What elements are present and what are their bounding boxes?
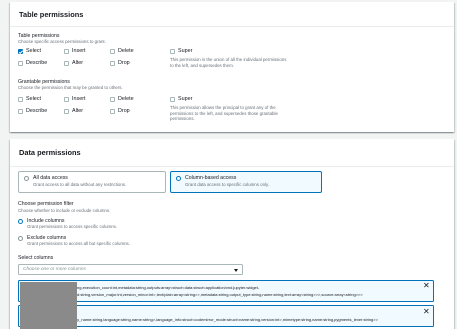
column-token: type:string,execution_count:int,metadata…: [18, 280, 434, 302]
grantable-super-label: Super: [178, 96, 193, 102]
remove-token-icon[interactable]: ✕: [423, 282, 430, 290]
select-columns-label: Select columns: [18, 255, 54, 261]
describe-checkbox[interactable]: [18, 61, 23, 66]
insert-label: Insert: [72, 48, 86, 54]
super-desc: This permission is the union of all the …: [170, 57, 287, 68]
column-based-access-radio[interactable]: [176, 176, 182, 182]
exclude-columns-radio[interactable]: [18, 236, 24, 242]
all-data-access-tile[interactable]: All data access Grant access to all data…: [18, 171, 166, 193]
column-based-access-tile[interactable]: Column-based access Grant data access to…: [170, 171, 322, 193]
grantable-super-desc: This permission allows the principal to …: [170, 105, 278, 122]
grantable-permissions-desc: Choose the permission that may be grante…: [18, 85, 123, 90]
grantable-alter-label: Alter: [72, 108, 84, 114]
all-data-access-radio[interactable]: [24, 176, 30, 182]
column-token-text: model_id:string,version_major:int,versio…: [63, 292, 363, 297]
column-based-access-desc: Grant data access to specific columns on…: [185, 182, 270, 187]
table-permissions-title: Table permissions: [10, 2, 454, 27]
alter-checkbox[interactable]: [64, 61, 69, 66]
grantable-insert-checkbox[interactable]: [64, 97, 69, 102]
grantable-drop-label: Drop: [118, 108, 130, 114]
grantable-describe-checkbox[interactable]: [18, 109, 23, 114]
caret-down-icon: [234, 268, 238, 272]
data-permissions-title: Data permissions: [10, 139, 454, 167]
all-data-access-desc: Grant access to all data without any res…: [33, 182, 127, 187]
redacted-block: [20, 282, 77, 329]
grantable-alter-checkbox[interactable]: [64, 109, 69, 114]
grantable-drop-checkbox[interactable]: [110, 109, 115, 114]
table-permissions-panel: Table permissions Table permissions Choo…: [10, 2, 454, 132]
select-checkbox[interactable]: [18, 49, 23, 54]
grantable-describe-label: Describe: [26, 108, 48, 114]
alter-label: Alter: [72, 60, 84, 66]
include-columns-desc: Grant permissions to access specific col…: [27, 224, 118, 229]
column-token-text: type:string,execution_count:int,metadata…: [63, 285, 260, 290]
permission-filter-label: Choose permission filter: [18, 201, 74, 207]
table-permissions-desc: Choose specific access permissions to gr…: [18, 39, 106, 44]
include-columns-radio[interactable]: [18, 219, 24, 225]
grantable-delete-label: Delete: [118, 96, 134, 102]
grantable-insert-label: Insert: [72, 96, 86, 102]
select-label: Select: [26, 48, 41, 54]
all-data-access-title: All data access: [33, 175, 68, 181]
insert-checkbox[interactable]: [64, 49, 69, 54]
grantable-select-checkbox[interactable]: [18, 97, 23, 102]
remove-token-icon[interactable]: ✕: [423, 308, 430, 316]
select-columns-placeholder: Choose one or more columns: [23, 267, 86, 273]
describe-label: Describe: [26, 60, 48, 66]
permission-filter-desc: Choose whether to include or exclude col…: [18, 208, 111, 213]
super-checkbox[interactable]: [170, 49, 175, 54]
super-label: Super: [178, 48, 193, 54]
select-columns-dropdown[interactable]: Choose one or more columns: [18, 264, 243, 275]
column-token-text: struct<kernelspec:struct<display_name:st…: [22, 317, 378, 322]
drop-label: Drop: [118, 60, 130, 66]
grantable-super-checkbox[interactable]: [170, 97, 175, 102]
delete-checkbox[interactable]: [110, 49, 115, 54]
grantable-select-label: Select: [26, 96, 41, 102]
column-token: struct<kernelspec:struct<display_name:st…: [18, 305, 434, 327]
column-based-access-title: Column-based access: [185, 175, 237, 181]
drop-checkbox[interactable]: [110, 61, 115, 66]
grantable-delete-checkbox[interactable]: [110, 97, 115, 102]
exclude-columns-desc: Grant permissions to access all but spec…: [27, 241, 130, 246]
delete-label: Delete: [118, 48, 134, 54]
